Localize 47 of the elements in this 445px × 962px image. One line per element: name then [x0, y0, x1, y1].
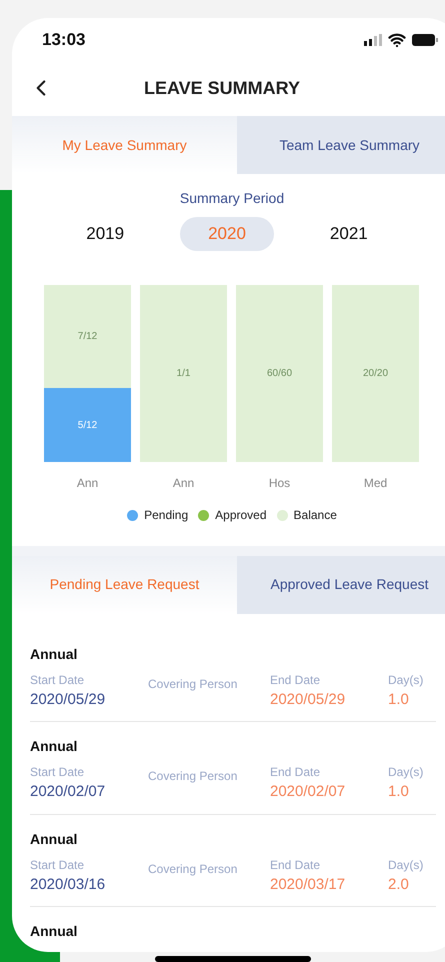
day-count: 1.0: [388, 690, 410, 710]
field-label: Start Date: [30, 672, 86, 689]
field-label: Day(s): [388, 672, 424, 689]
field-label: End Date: [270, 672, 322, 689]
leave-type: Annual: [30, 737, 78, 756]
start-date: 2020/02/07: [30, 782, 106, 802]
tab[interactable]: Approved Leave Request: [237, 556, 445, 614]
period-label: Summary Period: [180, 189, 284, 208]
balance-value: 60/60: [266, 367, 292, 382]
end-date: 2020/03/17: [270, 874, 346, 895]
balance-value: 7/12: [78, 330, 98, 344]
day-count: 2.0: [388, 874, 410, 895]
day-count: 1.0: [388, 782, 410, 802]
field-label: Day(s): [388, 856, 424, 874]
balance-value: 20/20: [362, 367, 388, 382]
field-label: Covering Person: [148, 860, 238, 878]
signal-icon: [364, 34, 382, 46]
battery-icon: [412, 34, 438, 46]
legend-label: Approved: [215, 507, 267, 524]
bar-label: Ann: [172, 475, 194, 492]
balance-value: 1/1: [176, 367, 190, 382]
legend-label: Pending: [144, 507, 188, 524]
field-label: End Date: [270, 856, 322, 874]
field-label: Start Date: [30, 764, 86, 782]
start-date: 2020/05/29: [30, 690, 106, 710]
leave-type: Annual: [30, 922, 78, 942]
field-label: Covering Person: [148, 768, 238, 786]
field-label: Start Date: [30, 856, 86, 874]
year-option[interactable]: 2021: [302, 217, 396, 252]
field-label: End Date: [270, 764, 322, 782]
end-date: 2020/02/07: [270, 782, 346, 802]
wifi-icon: [388, 31, 406, 50]
end-date: 2020/05/29: [270, 690, 346, 710]
pending-value: 5/12: [78, 418, 98, 433]
bar-label: Med: [364, 475, 388, 492]
bar-label: Hos: [268, 475, 290, 492]
field-label: Day(s): [388, 764, 424, 782]
tab[interactable]: Team Leave Summary: [237, 116, 445, 174]
field-label: Covering Person: [148, 676, 238, 693]
start-date: 2020/03/16: [30, 874, 106, 895]
page-title: LEAVE SUMMARY: [144, 76, 300, 100]
status-time: 13:03: [42, 29, 86, 52]
legend-label: Balance: [294, 507, 337, 524]
leave-type: Annual: [30, 830, 78, 849]
year-option[interactable]: 2019: [58, 217, 152, 252]
leave-type: Annual: [30, 644, 78, 664]
bar-label: Ann: [76, 475, 98, 492]
